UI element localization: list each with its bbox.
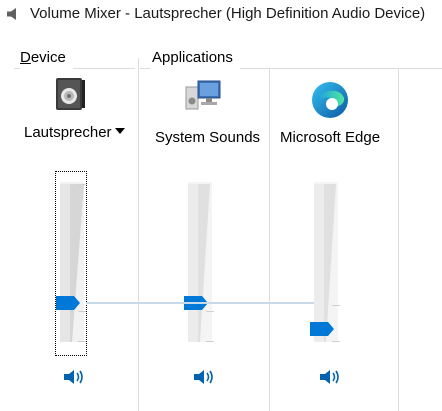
edge-slider-thumb[interactable] — [310, 322, 334, 337]
chevron-down-icon — [114, 128, 125, 134]
device-header-line — [73, 68, 135, 69]
applications-section-label: Applications — [152, 49, 233, 66]
edge-slider-ticks — [332, 172, 342, 344]
device-section-label: Device — [20, 49, 66, 66]
device-slider-thumb[interactable] — [56, 295, 80, 310]
device-name: Lautsprecher — [24, 124, 112, 141]
edge-mute-button[interactable] — [318, 367, 342, 387]
applications-header-line — [240, 68, 442, 69]
applications-header-line-left — [140, 68, 150, 69]
speaker-device-icon — [56, 78, 85, 110]
system-sounds-label: System Sounds — [155, 129, 261, 146]
device-volume-reference-line — [86, 301, 314, 304]
speaker-icon — [7, 8, 16, 20]
column-separator — [269, 68, 270, 411]
system-sounds-mute-button[interactable] — [192, 367, 216, 387]
device-selector-dropdown[interactable]: Lautsprecher — [24, 124, 125, 142]
microsoft-edge-label: Microsoft Edge — [280, 129, 381, 146]
device-mute-button[interactable] — [62, 367, 86, 387]
device-header-line-left — [14, 68, 20, 69]
volume-mixer-window: Volume Mixer - Lautsprecher (High Defini… — [0, 0, 442, 411]
column-separator — [398, 68, 399, 411]
device-slider-ticks — [78, 172, 88, 344]
title-bar: Volume Mixer - Lautsprecher (High Defini… — [0, 0, 442, 28]
system-sounds-volume-slider[interactable] — [184, 172, 218, 344]
system-sounds-icon — [185, 80, 221, 110]
system-sounds-slider-ticks — [206, 172, 216, 344]
edge-volume-slider[interactable] — [310, 172, 344, 344]
window-title: Volume Mixer - Lautsprecher (High Defini… — [30, 5, 426, 22]
edge-icon — [312, 82, 348, 118]
device-volume-slider[interactable] — [56, 172, 90, 344]
speaker-icon — [194, 370, 213, 384]
speaker-icon — [64, 370, 83, 384]
column-separator — [138, 58, 139, 411]
speaker-icon — [320, 370, 339, 384]
